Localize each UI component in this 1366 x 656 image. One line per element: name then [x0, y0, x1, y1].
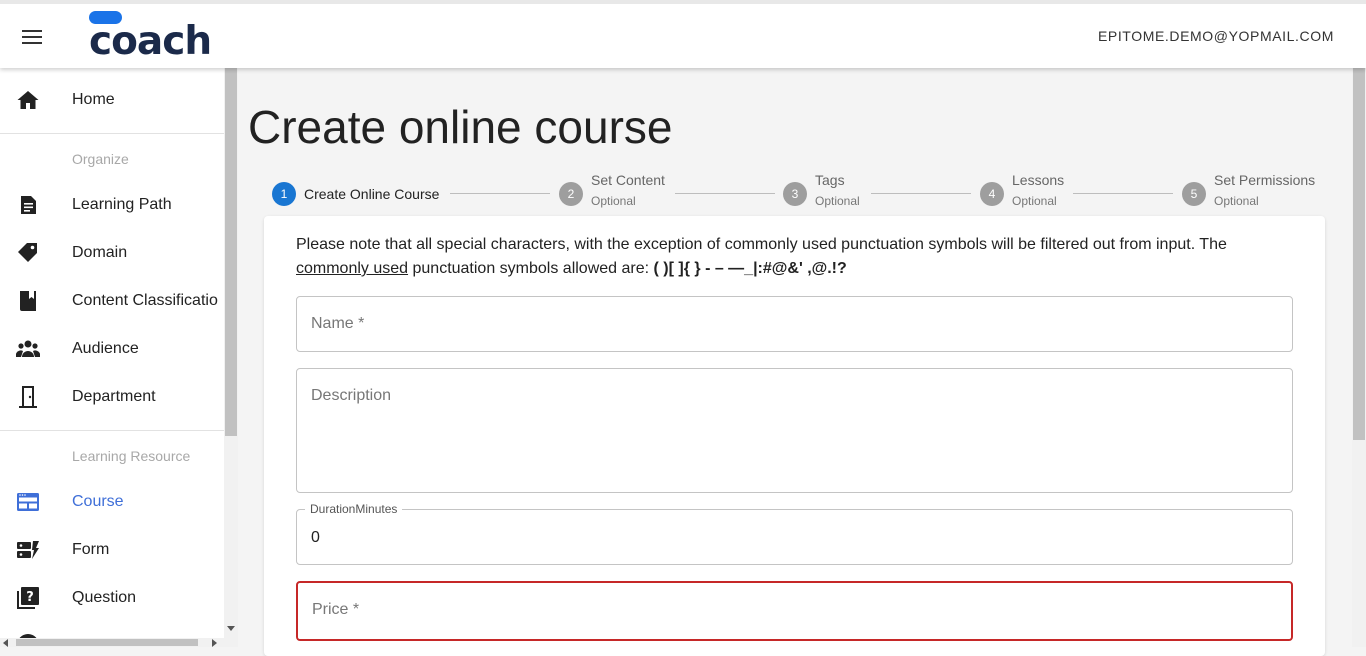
sidebar-item-domain[interactable]: Domain: [0, 229, 224, 277]
user-email[interactable]: EPITOME.DEMO@YOPMAIL.COM: [1098, 28, 1334, 44]
people-icon: [16, 340, 40, 357]
duration-value: 0: [311, 529, 320, 546]
scrollbar-thumb[interactable]: [16, 639, 198, 646]
sidebar-item-label: Domain: [72, 244, 128, 261]
step-label: Set Permissions: [1214, 172, 1316, 188]
logo-text: coach: [89, 19, 212, 64]
sidebar-item-audience[interactable]: Audience: [0, 325, 224, 373]
step-optional: Optional: [815, 194, 860, 208]
step-5[interactable]: 5 Set Permissions Optional: [1182, 172, 1315, 208]
sidebar-item-label: Audience: [72, 340, 139, 357]
course-icon: [17, 493, 39, 511]
scroll-right-arrow[interactable]: [212, 639, 217, 647]
step-optional: Optional: [1012, 194, 1057, 208]
tag-icon: [18, 243, 37, 262]
sidebar-item-course[interactable]: Course: [0, 478, 224, 526]
step-number: 4: [980, 182, 1004, 206]
description-placeholder: Description: [311, 387, 392, 404]
menu-icon[interactable]: [22, 30, 42, 44]
step-label: Create Online Course: [304, 186, 440, 202]
sidebar-divider: [0, 133, 224, 134]
top-app-bar: coach EPITOME.DEMO@YOPMAIL.COM: [0, 0, 1366, 68]
sidebar-item-content-classification[interactable]: Content Classificatio: [0, 277, 224, 325]
step-label: Set Content: [591, 172, 665, 188]
question-icon: ?: [17, 587, 39, 609]
name-input[interactable]: Name *: [296, 296, 1293, 352]
section-label-learning-resource: Learning Resource: [72, 448, 191, 464]
step-optional: Optional: [591, 194, 636, 208]
price-placeholder: Price *: [312, 601, 360, 618]
price-input[interactable]: Price *: [296, 581, 1293, 641]
main-content: Create online course 1 Create Online Cou…: [238, 68, 1352, 656]
scrollbar-thumb[interactable]: [1353, 68, 1365, 440]
svg-text:?: ?: [26, 590, 34, 605]
step-4[interactable]: 4 Lessons Optional: [980, 172, 1064, 208]
scroll-left-arrow[interactable]: [3, 639, 8, 647]
sidebar-item-label: Learning Path: [72, 196, 172, 213]
sidebar-item-label: Content Classificatio: [72, 292, 218, 309]
stepper: 1 Create Online Course 2 Set Content Opti…: [238, 168, 1352, 218]
sidebar-scrollbar[interactable]: [224, 68, 238, 647]
step-label: Tags: [815, 172, 845, 188]
book-icon: [20, 291, 36, 311]
sidebar-item-question[interactable]: ? Question: [0, 574, 224, 622]
step-number: 2: [559, 182, 583, 206]
description-input[interactable]: Description: [296, 368, 1293, 493]
scrollbar-thumb[interactable]: [225, 68, 237, 436]
step-1[interactable]: 1 Create Online Course: [272, 182, 439, 206]
home-icon: [17, 91, 39, 109]
step-number: 3: [783, 182, 807, 206]
form-icon: [17, 541, 39, 559]
notice-text: Please note that all special characters,…: [296, 236, 1227, 253]
sidebar-item-label: Department: [72, 388, 156, 405]
section-label-organize: Organize: [72, 151, 129, 167]
step-3[interactable]: 3 Tags Optional: [783, 172, 860, 208]
door-icon: [19, 386, 37, 408]
special-characters-notice: Please note that all special characters,…: [296, 233, 1296, 281]
step-number: 5: [1182, 182, 1206, 206]
sidebar: Home Organize Learning Path Domain Conte…: [0, 68, 224, 647]
sidebar-item-label: Course: [72, 493, 124, 510]
duration-minutes-input[interactable]: DurationMinutes 0: [296, 502, 1293, 565]
sidebar-item-form[interactable]: Form: [0, 526, 224, 574]
coach-logo[interactable]: coach: [89, 10, 212, 64]
sidebar-item-label: Question: [72, 589, 137, 606]
scroll-down-arrow[interactable]: [227, 626, 235, 631]
commonly-used-link[interactable]: commonly used: [296, 260, 408, 277]
sidebar-divider: [0, 430, 224, 431]
document-icon: [21, 196, 36, 214]
step-number: 1: [272, 182, 296, 206]
step-optional: Optional: [1214, 194, 1259, 208]
duration-label: DurationMinutes: [305, 502, 403, 516]
sidebar-item-label: Form: [72, 541, 110, 558]
sidebar-item-label: Home: [72, 91, 115, 108]
main-scrollbar[interactable]: [1352, 68, 1366, 647]
step-label: Lessons: [1012, 172, 1065, 188]
notice-text: punctuation symbols allowed are:: [408, 260, 654, 277]
allowed-symbols: ( )[ ]{ } - – —_|:#@&' ,@.!?: [653, 260, 847, 277]
page-title: Create online course: [248, 101, 673, 153]
sidebar-horizontal-scrollbar[interactable]: [0, 638, 224, 647]
sidebar-item-learning-path[interactable]: Learning Path: [0, 181, 224, 229]
name-placeholder: Name *: [311, 315, 365, 332]
sidebar-item-home[interactable]: Home: [0, 76, 224, 124]
form-card: Please note that all special characters,…: [264, 216, 1325, 656]
sidebar-item-department[interactable]: Department: [0, 373, 224, 421]
step-2[interactable]: 2 Set Content Optional: [559, 172, 665, 208]
